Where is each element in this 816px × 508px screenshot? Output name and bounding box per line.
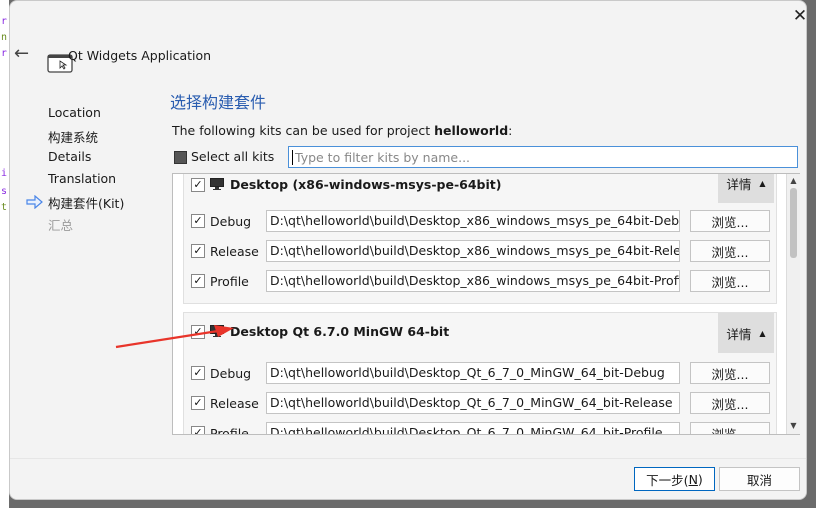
bg-code-glyph: t (1, 202, 8, 213)
build-config-label: Profile (210, 426, 249, 435)
bg-code-glyph: r (1, 16, 8, 27)
next-button-label-end: ) (697, 471, 703, 487)
current-step-arrow-icon (26, 195, 43, 209)
next-button-mnemonic: N (688, 471, 698, 487)
build-config-row: ✓ Debug D:\qt\helloworld\build\Desktop_x… (184, 209, 776, 235)
build-directory-field[interactable]: D:\qt\helloworld\build\Desktop_x86_windo… (266, 210, 680, 232)
browse-button[interactable]: 浏览... (690, 362, 770, 384)
build-directory-field[interactable]: D:\qt\helloworld\build\Desktop_Qt_6_7_0_… (266, 362, 680, 384)
build-config-checkbox[interactable]: ✓ (191, 274, 205, 288)
scrollbar-thumb[interactable] (790, 188, 797, 258)
kit-name: Desktop (x86-windows-msys-pe-64bit) (230, 177, 502, 192)
back-arrow-icon[interactable]: ← (14, 41, 34, 65)
build-config-row: ✓ Release D:\qt\helloworld\build\Desktop… (184, 239, 776, 265)
build-config-label: Release (210, 244, 259, 259)
kit-header: ✓ Desktop Qt 6.7.0 MinGW 64-bit 详情 ▲ (184, 313, 776, 353)
kit-filter-input[interactable]: Type to filter kits by name... (288, 146, 798, 168)
background-editor-strip: r n r i s t (0, 0, 9, 508)
build-config-row: ✓ Debug D:\qt\helloworld\build\Desktop_Q… (184, 361, 776, 387)
select-all-kits-checkbox[interactable] (174, 151, 187, 164)
build-config-label: Debug (210, 214, 252, 229)
kit-panel: ✓ Desktop Qt 6.7.0 MinGW 64-bit 详情 ▲ ✓ D… (183, 312, 777, 435)
build-directory-field[interactable]: D:\qt\helloworld\build\Desktop_Qt_6_7_0_… (266, 392, 680, 414)
scroll-down-icon[interactable]: ▼ (787, 421, 800, 431)
build-config-checkbox[interactable]: ✓ (191, 244, 205, 258)
build-directory-field[interactable]: D:\qt\helloworld\build\Desktop_x86_windo… (266, 270, 680, 292)
page-heading: 选择构建套件 (170, 93, 267, 112)
build-config-checkbox[interactable]: ✓ (191, 366, 205, 380)
kit-checkbox[interactable]: ✓ (191, 178, 205, 192)
kits-list[interactable]: ✓ Desktop (x86-windows-msys-pe-64bit) 详情… (172, 173, 800, 435)
step-summary: 汇总 (48, 218, 74, 233)
kit-header: ✓ Desktop (x86-windows-msys-pe-64bit) 详情… (184, 174, 776, 203)
step-location: Location (48, 105, 101, 120)
kits-description-prefix: The following kits can be used for proje… (172, 123, 435, 138)
kits-list-scrollbar[interactable]: ▲ ▼ (786, 174, 800, 434)
next-button-label: 下一步( (646, 472, 689, 488)
build-config-label: Profile (210, 274, 249, 289)
step-translation: Translation (48, 171, 117, 186)
build-directory-field[interactable]: D:\qt\helloworld\build\Desktop_x86_windo… (266, 240, 680, 262)
build-config-checkbox[interactable]: ✓ (191, 214, 205, 228)
kit-panel: ✓ Desktop (x86-windows-msys-pe-64bit) 详情… (183, 174, 777, 304)
collapse-triangle-icon: ▲ (759, 178, 766, 188)
step-details: Details (48, 149, 92, 164)
browse-button[interactable]: 浏览... (690, 392, 770, 414)
browse-button[interactable]: 浏览... (690, 210, 770, 232)
step-kits: 构建套件(Kit) (48, 196, 125, 211)
bg-code-glyph: i (1, 168, 8, 179)
kit-name: Desktop Qt 6.7.0 MinGW 64-bit (230, 324, 450, 339)
build-config-row: ✓ Release D:\qt\helloworld\build\Desktop… (184, 391, 776, 417)
kit-details-toggle[interactable]: 详情 ▲ (718, 313, 774, 353)
details-label: 详情 (726, 176, 752, 192)
build-config-checkbox[interactable]: ✓ (191, 426, 205, 434)
bg-code-glyph: n (1, 32, 8, 43)
monitor-icon (210, 178, 224, 190)
new-project-wizard-dialog: ✕ ← Qt Widgets Application Location 构建系统… (9, 0, 807, 500)
select-all-kits-label[interactable]: Select all kits (191, 149, 274, 164)
scroll-up-icon[interactable]: ▲ (787, 176, 800, 186)
build-config-label: Release (210, 396, 259, 411)
kits-description-suffix: : (508, 123, 513, 138)
close-icon[interactable]: ✕ (788, 5, 806, 27)
text-cursor (292, 149, 293, 165)
project-name: helloworld (434, 123, 509, 138)
details-label: 详情 (726, 326, 752, 342)
browse-button[interactable]: 浏览... (690, 270, 770, 292)
next-button[interactable]: 下一步(N) (634, 467, 715, 491)
annotation-arrow-icon (115, 325, 234, 349)
build-directory-field[interactable]: D:\qt\helloworld\build\Desktop_Qt_6_7_0_… (266, 422, 680, 434)
browse-button[interactable]: 浏览... (690, 240, 770, 262)
kit-details-toggle[interactable]: 详情 ▲ (718, 174, 774, 203)
kits-description: The following kits can be used for proje… (172, 123, 512, 138)
kit-filter-placeholder: Type to filter kits by name... (295, 149, 471, 165)
wizard-title: Qt Widgets Application (68, 48, 212, 63)
cancel-button[interactable]: 取消 (719, 467, 800, 491)
step-build-system: 构建系统 (48, 130, 99, 145)
collapse-triangle-icon: ▲ (759, 328, 766, 338)
build-config-row: ✓ Profile D:\qt\helloworld\build\Desktop… (184, 269, 776, 295)
build-config-checkbox[interactable]: ✓ (191, 396, 205, 410)
build-config-row: ✓ Profile D:\qt\helloworld\build\Desktop… (184, 421, 776, 435)
bg-code-glyph: s (1, 186, 8, 197)
browse-button[interactable]: 浏览... (690, 422, 770, 434)
bg-code-glyph: r (1, 48, 8, 59)
build-config-label: Debug (210, 366, 252, 381)
